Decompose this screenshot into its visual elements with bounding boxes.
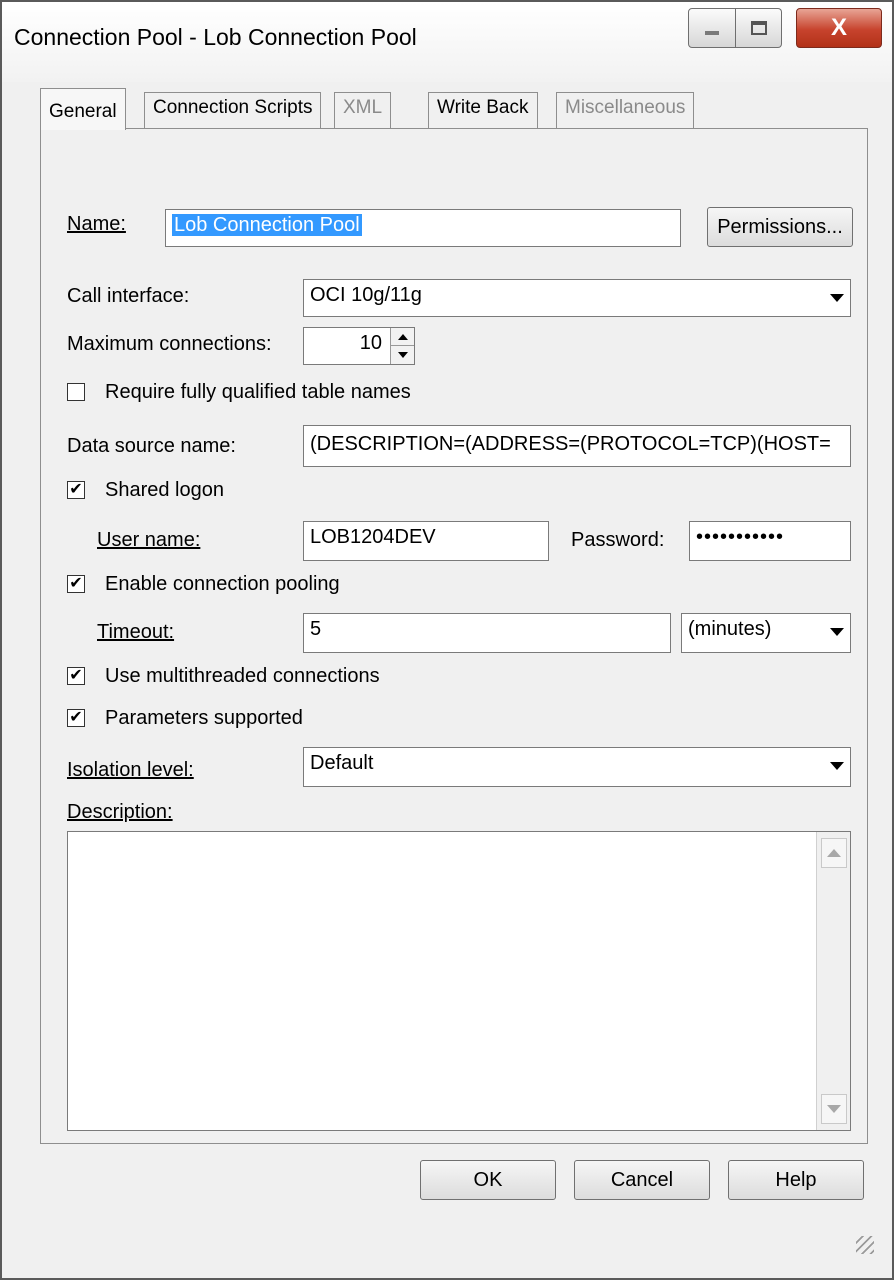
check-icon: ✔ xyxy=(69,709,83,726)
minimize-button[interactable] xyxy=(688,8,736,48)
description-label: Description: xyxy=(67,801,173,823)
enable-pooling-checkbox[interactable]: ✔ xyxy=(67,575,85,593)
dialog-window: Connection Pool - Lob Connection Pool X … xyxy=(0,0,894,1280)
maximize-button[interactable] xyxy=(736,8,782,48)
max-connections-value: 10 xyxy=(359,332,382,354)
max-connections-stepper[interactable]: 10 xyxy=(303,327,415,365)
max-connections-label: Maximum connections: xyxy=(67,333,272,355)
tab-xml[interactable]: XML xyxy=(334,92,392,128)
multithreaded-label: Use multithreaded connections xyxy=(105,665,380,687)
name-label: Name: xyxy=(67,213,126,235)
chevron-down-icon[interactable] xyxy=(824,614,850,650)
isolation-select[interactable]: Default xyxy=(303,747,851,787)
spinner-buttons[interactable] xyxy=(390,328,414,364)
timeout-value: 5 xyxy=(310,618,322,640)
shared-logon-checkbox[interactable]: ✔ xyxy=(67,481,85,499)
help-button[interactable]: Help xyxy=(728,1160,864,1200)
parameters-checkbox[interactable]: ✔ xyxy=(67,709,85,727)
chevron-down-icon[interactable] xyxy=(824,280,850,316)
name-value: Lob Connection Pool xyxy=(172,214,362,236)
check-icon: ✔ xyxy=(69,575,83,592)
timeout-field[interactable]: 5 xyxy=(303,613,671,653)
window-title: Connection Pool - Lob Connection Pool xyxy=(14,24,417,50)
tab-write-back[interactable]: Write Back xyxy=(428,92,538,128)
check-icon: ✔ xyxy=(69,667,83,684)
dialog-footer: OK Cancel Help xyxy=(12,1154,882,1262)
data-source-label: Data source name: xyxy=(67,435,236,457)
password-field[interactable]: ••••••••••• xyxy=(689,521,851,561)
call-interface-value: OCI 10g/11g xyxy=(310,284,422,306)
dialog-content: General Connection Scripts XML Write Bac… xyxy=(12,82,882,1262)
description-textarea[interactable] xyxy=(67,831,851,1131)
timeout-label: Timeout: xyxy=(97,621,175,643)
spin-up-icon[interactable] xyxy=(391,328,414,346)
spin-down-icon[interactable] xyxy=(391,346,414,364)
close-button[interactable]: X xyxy=(796,8,882,48)
password-label: Password: xyxy=(571,529,665,551)
enable-pooling-label: Enable connection pooling xyxy=(105,573,340,595)
call-interface-select[interactable]: OCI 10g/11g xyxy=(303,279,851,317)
isolation-label: Isolation level: xyxy=(67,759,194,781)
minimize-icon xyxy=(705,31,719,35)
close-icon: X xyxy=(830,14,847,41)
title-bar: Connection Pool - Lob Connection Pool X xyxy=(2,2,892,82)
permissions-button[interactable]: Permissions... xyxy=(707,207,853,247)
scroll-up-icon[interactable] xyxy=(821,838,847,868)
data-source-field[interactable]: (DESCRIPTION=(ADDRESS=(PROTOCOL=TCP)(HOS… xyxy=(303,425,851,467)
scroll-down-icon[interactable] xyxy=(821,1094,847,1124)
require-fq-label: Require fully qualified table names xyxy=(105,381,411,403)
timeout-unit-value: (minutes) xyxy=(688,618,772,640)
chevron-down-icon[interactable] xyxy=(824,748,850,784)
isolation-value: Default xyxy=(310,752,374,774)
name-field[interactable]: Lob Connection Pool xyxy=(165,209,681,247)
call-interface-label: Call interface: xyxy=(67,285,190,307)
shared-logon-label: Shared logon xyxy=(105,479,224,501)
user-name-field[interactable]: LOB1204DEV xyxy=(303,521,549,561)
tab-general[interactable]: General xyxy=(40,88,126,130)
multithreaded-checkbox[interactable]: ✔ xyxy=(67,667,85,685)
user-name-label: User name: xyxy=(97,529,201,551)
data-source-value: (DESCRIPTION=(ADDRESS=(PROTOCOL=TCP)(HOS… xyxy=(310,433,831,455)
general-tab-panel: Name: Lob Connection Pool Permissions...… xyxy=(40,128,868,1144)
user-name-value: LOB1204DEV xyxy=(310,526,436,548)
parameters-label: Parameters supported xyxy=(105,707,303,729)
tab-miscellaneous[interactable]: Miscellaneous xyxy=(556,92,695,128)
check-icon: ✔ xyxy=(69,481,83,498)
tab-connection-scripts[interactable]: Connection Scripts xyxy=(144,92,322,128)
ok-button[interactable]: OK xyxy=(420,1160,556,1200)
require-fq-checkbox[interactable] xyxy=(67,383,85,401)
password-value: ••••••••••• xyxy=(696,526,785,548)
maximize-icon xyxy=(750,21,767,35)
resize-grip-icon[interactable] xyxy=(856,1236,874,1254)
timeout-unit-select[interactable]: (minutes) xyxy=(681,613,851,653)
description-scrollbar[interactable] xyxy=(816,832,850,1130)
cancel-button[interactable]: Cancel xyxy=(574,1160,710,1200)
